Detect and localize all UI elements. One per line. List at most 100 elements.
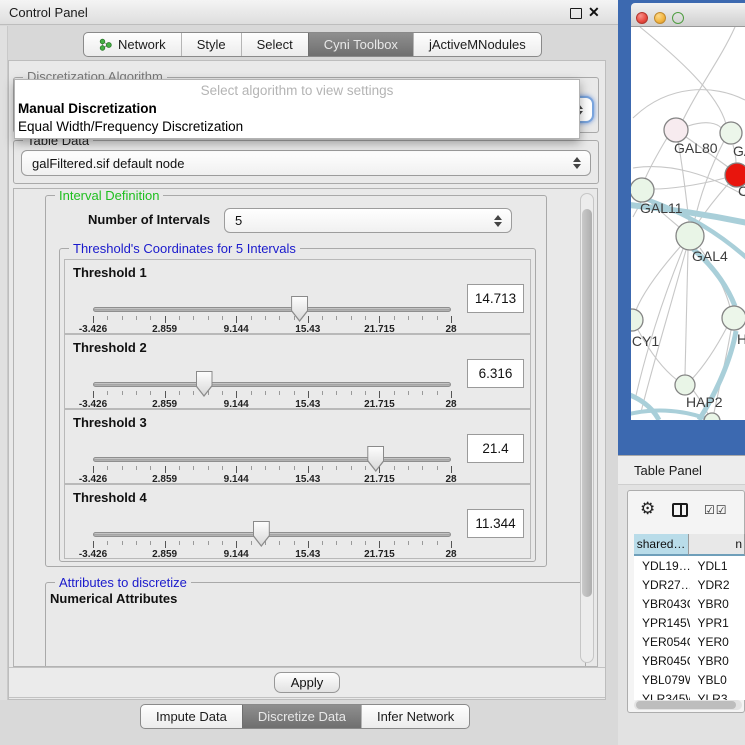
- tab-impute-data-label: Impute Data: [156, 709, 227, 724]
- numerical-attributes-label: Numerical Attributes: [50, 591, 177, 606]
- tab-cyni-toolbox-label: Cyni Toolbox: [324, 37, 398, 52]
- node-label: GA: [733, 143, 745, 159]
- threshold-panel-3: Threshold 3 -3.4262.8599.14415.4321.7152…: [64, 409, 531, 484]
- float-window-icon[interactable]: [570, 8, 582, 19]
- network-node-h[interactable]: [722, 306, 745, 330]
- column-header-shared-name[interactable]: shared…: [634, 534, 689, 556]
- table-cell: YDL19…: [634, 556, 690, 575]
- network-view-canvas[interactable]: GAL80GACGAL11GAL4GCY1HHAP2: [631, 27, 745, 420]
- table-panel-titlebar: Table Panel: [618, 455, 745, 485]
- close-traffic-light-icon[interactable]: [636, 12, 648, 24]
- network-node-gal4[interactable]: [676, 222, 704, 250]
- network-node-gcy1[interactable]: [631, 309, 643, 331]
- network-node-gal80[interactable]: [664, 118, 688, 142]
- threshold-value-input[interactable]: 14.713: [467, 284, 524, 313]
- tab-network[interactable]: Network: [84, 33, 181, 56]
- dropdown-item-equal-width-frequency[interactable]: Equal Width/Frequency Discretization: [18, 119, 243, 134]
- combo-stepper-icon: [494, 215, 502, 227]
- table-cell: YBL0: [690, 670, 745, 689]
- table-cell: YBR045C: [634, 651, 690, 670]
- table-row[interactable]: YLR345WYLR3: [634, 689, 745, 700]
- screenshot-stage: Control Panel ✕ Network Style Select Cyn…: [0, 0, 745, 745]
- num-intervals-label: Number of Intervals: [88, 212, 210, 227]
- num-intervals-value: 5: [235, 213, 242, 228]
- minimize-traffic-light-icon[interactable]: [654, 12, 666, 24]
- threshold-slider-track[interactable]: [93, 307, 451, 312]
- tab-network-label: Network: [118, 37, 166, 52]
- network-node[interactable]: [704, 413, 720, 420]
- algorithm-placeholder: Select algorithm to view settings: [15, 83, 579, 98]
- table-cell: YPR1: [690, 613, 745, 632]
- threshold-slider-thumb[interactable]: [253, 521, 270, 547]
- node-label: GCY1: [631, 333, 659, 349]
- table-horizontal-scrollbar[interactable]: [634, 700, 742, 710]
- threshold-label: Threshold 2: [73, 340, 147, 355]
- table-body: YDL19…YDL1YDR27…YDR2YBR043CYBR0YPR145WYP…: [634, 556, 745, 700]
- threshold-slider-track[interactable]: [93, 532, 451, 537]
- apply-button[interactable]: Apply: [274, 672, 340, 693]
- attributes-group: Attributes to discretize Numerical Attri…: [45, 582, 586, 667]
- zoom-traffic-light-icon[interactable]: [672, 12, 684, 24]
- tick-label: 15.43: [295, 549, 320, 560]
- tab-style-label: Style: [197, 37, 226, 52]
- network-node-gal11[interactable]: [631, 178, 654, 202]
- table-cell: YLR3: [690, 689, 745, 700]
- checkbox-icons[interactable]: ☑☑: [704, 503, 728, 517]
- threshold-value-input[interactable]: 21.4: [467, 434, 524, 463]
- threshold-slider-track[interactable]: [93, 382, 451, 387]
- node-label: HAP2: [686, 394, 723, 410]
- gear-icon[interactable]: ⚙: [640, 499, 655, 519]
- threshold-value-input[interactable]: 11.344: [467, 509, 524, 538]
- tab-select[interactable]: Select: [241, 33, 308, 56]
- threshold-label: Threshold 3: [73, 415, 147, 430]
- interval-definition-group: Interval Definition Number of Intervals …: [45, 195, 547, 567]
- threshold-label: Threshold 1: [73, 265, 147, 280]
- threshold-slider-thumb[interactable]: [367, 446, 384, 472]
- network-node-hap2[interactable]: [675, 375, 695, 395]
- table-row[interactable]: YDR27…YDR2: [634, 575, 745, 594]
- table-row[interactable]: YBR043CYBR0: [634, 594, 745, 613]
- tick-label: 9.144: [224, 549, 249, 560]
- bottom-tab-bar: Impute Data Discretize Data Infer Networ…: [140, 704, 470, 729]
- apply-row: Apply: [9, 667, 605, 698]
- tab-infer-network[interactable]: Infer Network: [361, 705, 469, 728]
- num-intervals-combobox[interactable]: 5: [224, 208, 512, 233]
- table-row[interactable]: YDL19…YDL1: [634, 556, 745, 575]
- network-node-ga[interactable]: [720, 122, 742, 144]
- control-panel-title: Control Panel: [9, 5, 88, 20]
- threshold-slider-track[interactable]: [93, 457, 451, 462]
- threshold-panel-1: Threshold 1 -3.4262.8599.14415.4321.7152…: [64, 259, 531, 334]
- table-row[interactable]: YER054CYER0: [634, 632, 745, 651]
- table-row[interactable]: YBR045CYBR0: [634, 651, 745, 670]
- table-row[interactable]: YBL079WYBL0: [634, 670, 745, 689]
- table-cell: YBL079W: [634, 670, 690, 689]
- table-cell: YDL1: [690, 556, 745, 575]
- tab-discretize-data[interactable]: Discretize Data: [242, 705, 361, 728]
- tab-select-label: Select: [257, 37, 293, 52]
- thresholds-group: Threshold's Coordinates for 5 Intervals …: [59, 248, 536, 562]
- threshold-value-input[interactable]: 6.316: [467, 359, 524, 388]
- top-tab-bar: Network Style Select Cyni Toolbox jActiv…: [83, 32, 542, 57]
- threshold-slider-thumb[interactable]: [196, 371, 213, 397]
- node-label: C: [738, 183, 745, 199]
- table-panel-title: Table Panel: [634, 463, 702, 478]
- tab-jactivemnodules[interactable]: jActiveMNodules: [413, 33, 541, 56]
- table-cell: YER0: [690, 632, 745, 651]
- tab-jactivemnodules-label: jActiveMNodules: [429, 37, 526, 52]
- tab-style[interactable]: Style: [181, 33, 241, 56]
- split-view-icon[interactable]: [672, 503, 688, 517]
- close-icon[interactable]: ✕: [588, 3, 600, 22]
- table-cell: YER054C: [634, 632, 690, 651]
- network-window-titlebar[interactable]: [631, 3, 745, 27]
- node-label: GAL11: [640, 200, 683, 216]
- scrollpane-scrollbar[interactable]: [580, 193, 594, 663]
- settings-scrollpane: Interval Definition Number of Intervals …: [13, 188, 598, 667]
- dropdown-item-manual-discretization[interactable]: Manual Discretization: [18, 101, 157, 116]
- attributes-group-title: Attributes to discretize: [55, 575, 191, 590]
- tab-cyni-toolbox[interactable]: Cyni Toolbox: [308, 33, 413, 56]
- tab-impute-data[interactable]: Impute Data: [141, 705, 242, 728]
- table-row[interactable]: YPR145WYPR1: [634, 613, 745, 632]
- column-header-name[interactable]: n: [689, 534, 745, 556]
- table-data-combobox[interactable]: galFiltered.sif default node: [21, 150, 591, 176]
- tab-infer-network-label: Infer Network: [377, 709, 454, 724]
